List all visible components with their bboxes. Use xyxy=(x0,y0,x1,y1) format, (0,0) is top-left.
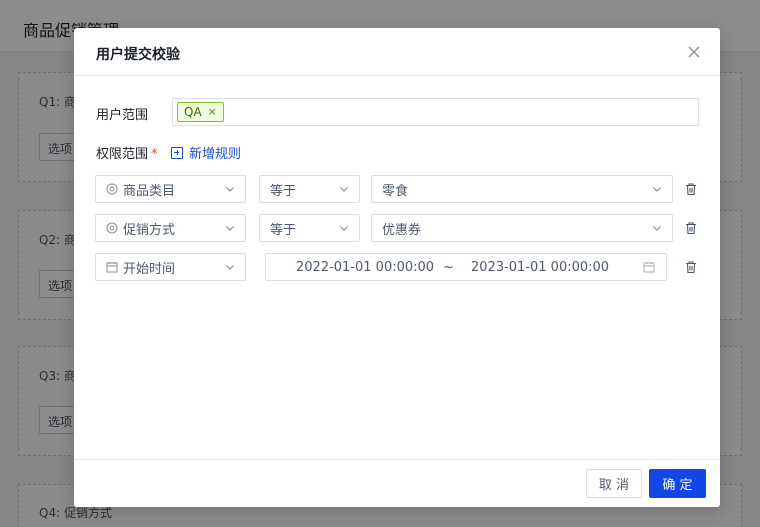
rule-field-select[interactable]: 商品类目 xyxy=(95,175,246,203)
rule-value: 优惠券 xyxy=(382,222,422,238)
dialog-title: 用户提交校验 xyxy=(96,47,180,63)
delete-icon[interactable] xyxy=(684,221,698,235)
target-icon xyxy=(106,183,118,195)
submit-validation-dialog: 用户提交校验 用户范围 QA × 权限范围* 新增规则 商品类目 等于 零食 xyxy=(74,28,720,507)
plus-square-icon xyxy=(171,146,183,159)
chevron-down-icon xyxy=(226,187,234,192)
user-scope-label: 用户范围 xyxy=(96,108,149,123)
chevron-down-icon xyxy=(226,226,234,231)
rule-operator-value: 等于 xyxy=(270,222,297,238)
permission-scope-label: 权限范围 * xyxy=(96,143,158,162)
chevron-down-icon xyxy=(653,187,661,192)
user-scope-select[interactable]: QA × xyxy=(172,98,699,126)
chevron-down-icon xyxy=(340,187,348,192)
rule-value-select[interactable]: 优惠券 xyxy=(371,214,673,242)
chevron-down-icon xyxy=(340,226,348,231)
user-tag: QA × xyxy=(177,102,224,122)
delete-icon[interactable] xyxy=(684,260,698,274)
rule-operator-select[interactable]: 等于 xyxy=(259,214,360,242)
target-icon xyxy=(106,222,118,234)
confirm-button[interactable]: 确 定 xyxy=(649,469,706,498)
rule-field-value: 开始时间 xyxy=(123,261,176,277)
rule-value-select[interactable]: 零食 xyxy=(371,175,673,203)
permission-scope-label-text: 权限范围 xyxy=(96,147,149,162)
remove-tag-icon[interactable]: × xyxy=(208,103,217,121)
rule-field-value: 促销方式 xyxy=(123,222,176,238)
rule-field-value: 商品类目 xyxy=(123,183,176,199)
close-icon[interactable] xyxy=(686,44,702,60)
dialog-footer: 取 消 确 定 xyxy=(74,459,720,507)
dialog-header: 用户提交校验 xyxy=(74,28,720,76)
date-range-picker[interactable]: 2022-01-01 00:00:00 ~ 2023-01-01 00:00:0… xyxy=(265,253,667,281)
add-rule-button[interactable]: 新增规则 xyxy=(171,143,241,162)
chevron-down-icon xyxy=(653,226,661,231)
add-rule-label: 新增规则 xyxy=(189,147,242,162)
rule-value: 零食 xyxy=(382,183,409,199)
user-tag-label: QA xyxy=(184,105,202,119)
required-mark: * xyxy=(151,147,158,162)
range-end[interactable]: 2023-01-01 00:00:00 xyxy=(471,260,609,275)
delete-icon[interactable] xyxy=(684,182,698,196)
calendar-icon xyxy=(643,262,655,273)
calendar-icon xyxy=(106,262,118,273)
rule-operator-select[interactable]: 等于 xyxy=(259,175,360,203)
range-separator: ~ xyxy=(443,260,454,275)
range-start[interactable]: 2022-01-01 00:00:00 xyxy=(296,260,434,275)
rule-field-select[interactable]: 促销方式 xyxy=(95,214,246,242)
chevron-down-icon xyxy=(226,265,234,270)
rule-operator-value: 等于 xyxy=(270,183,297,199)
rule-field-select[interactable]: 开始时间 xyxy=(95,253,246,281)
cancel-button[interactable]: 取 消 xyxy=(586,469,642,498)
